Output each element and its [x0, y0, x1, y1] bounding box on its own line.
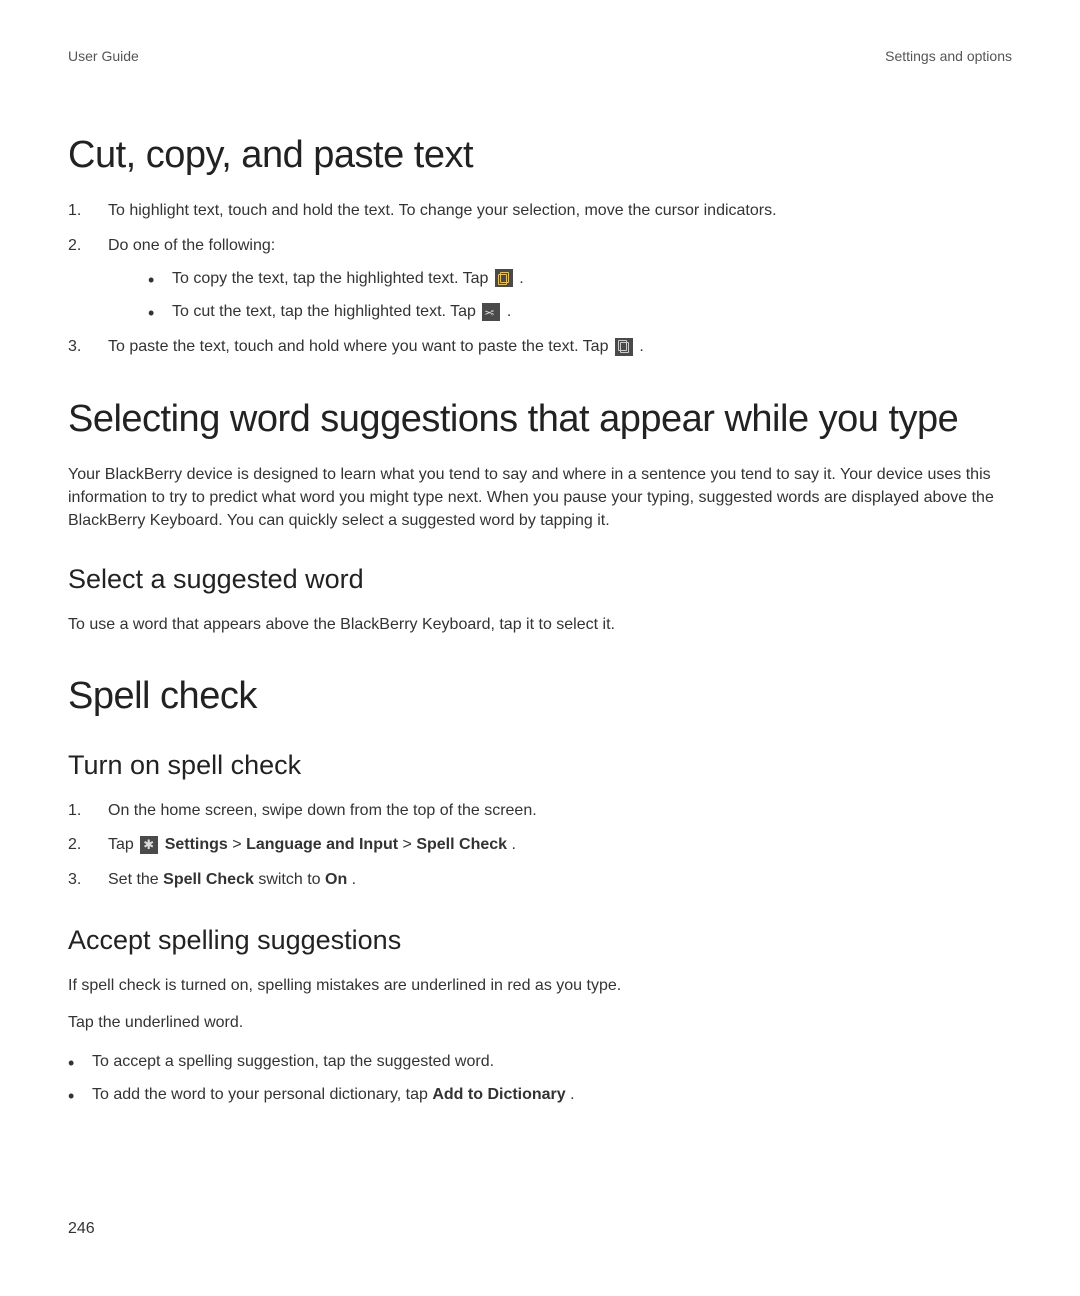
heading-cut-copy-paste: Cut, copy, and paste text: [68, 134, 1012, 177]
copy-icon: [495, 269, 513, 287]
step-paste: To paste the text, touch and hold where …: [68, 335, 1012, 360]
bullet-cut-post: .: [507, 303, 511, 320]
accept-spelling-para1: If spell check is turned on, spelling mi…: [68, 974, 1012, 997]
bullet-add-pre: To add the word to your personal diction…: [92, 1086, 432, 1103]
paste-icon: [615, 338, 633, 356]
header-left: User Guide: [68, 48, 139, 64]
document-page: User Guide Settings and options Cut, cop…: [0, 0, 1080, 1296]
subheading-select-suggested-word: Select a suggested word: [68, 564, 1012, 595]
bullet-copy-pre: To copy the text, tap the highlighted te…: [172, 270, 493, 287]
sep2: >: [403, 836, 417, 853]
step-do-one-of: Do one of the following: To copy the tex…: [68, 234, 1012, 325]
page-header: User Guide Settings and options: [68, 48, 1012, 64]
subheading-turn-on-spell-check: Turn on spell check: [68, 750, 1012, 781]
label-language-input: Language and Input: [246, 836, 398, 853]
step-tap-post: .: [511, 836, 515, 853]
sep1: >: [232, 836, 246, 853]
step-set-pre: Set the: [108, 871, 163, 888]
step-paste-pre: To paste the text, touch and hold where …: [108, 338, 613, 355]
page-number: 246: [68, 1220, 95, 1238]
heading-spell-check: Spell check: [68, 675, 1012, 718]
label-on: On: [325, 871, 347, 888]
step-do-one-of-text: Do one of the following:: [108, 237, 275, 254]
label-spell-check-2: Spell Check: [163, 871, 254, 888]
step-paste-post: .: [639, 338, 643, 355]
step-set-mid: switch to: [258, 871, 325, 888]
word-suggestions-para: Your BlackBerry device is designed to le…: [68, 463, 1012, 533]
select-suggested-word-para: To use a word that appears above the Bla…: [68, 613, 1012, 636]
accept-spelling-bullets: To accept a spelling suggestion, tap the…: [68, 1048, 1012, 1108]
cut-icon: [482, 303, 500, 321]
header-right: Settings and options: [885, 48, 1012, 64]
step-tap-pre: Tap: [108, 836, 138, 853]
label-add-to-dictionary: Add to Dictionary: [432, 1086, 565, 1103]
copy-cut-bullets: To copy the text, tap the highlighted te…: [108, 265, 1012, 325]
accept-spelling-para2: Tap the underlined word.: [68, 1011, 1012, 1034]
bullet-copy-post: .: [519, 270, 523, 287]
label-settings: Settings: [165, 836, 228, 853]
bullet-cut: To cut the text, tap the highlighted tex…: [148, 298, 1012, 325]
step-set-post: .: [352, 871, 356, 888]
bullet-cut-pre: To cut the text, tap the highlighted tex…: [172, 303, 480, 320]
bullet-add-post: .: [570, 1086, 574, 1103]
turn-on-spell-check-steps: On the home screen, swipe down from the …: [68, 799, 1012, 893]
bullet-add-dictionary: To add the word to your personal diction…: [68, 1081, 1012, 1108]
subheading-accept-spelling: Accept spelling suggestions: [68, 925, 1012, 956]
step-set-switch: Set the Spell Check switch to On .: [68, 868, 1012, 893]
heading-word-suggestions: Selecting word suggestions that appear w…: [68, 398, 1012, 441]
step-swipe-down: On the home screen, swipe down from the …: [68, 799, 1012, 824]
bullet-accept-suggestion: To accept a spelling suggestion, tap the…: [68, 1048, 1012, 1075]
step-tap-settings: Tap Settings > Language and Input > Spel…: [68, 833, 1012, 858]
step-highlight-text: To highlight text, touch and hold the te…: [68, 199, 1012, 224]
settings-icon: [140, 836, 158, 854]
cut-copy-paste-steps: To highlight text, touch and hold the te…: [68, 199, 1012, 360]
bullet-copy: To copy the text, tap the highlighted te…: [148, 265, 1012, 292]
label-spell-check: Spell Check: [416, 836, 507, 853]
